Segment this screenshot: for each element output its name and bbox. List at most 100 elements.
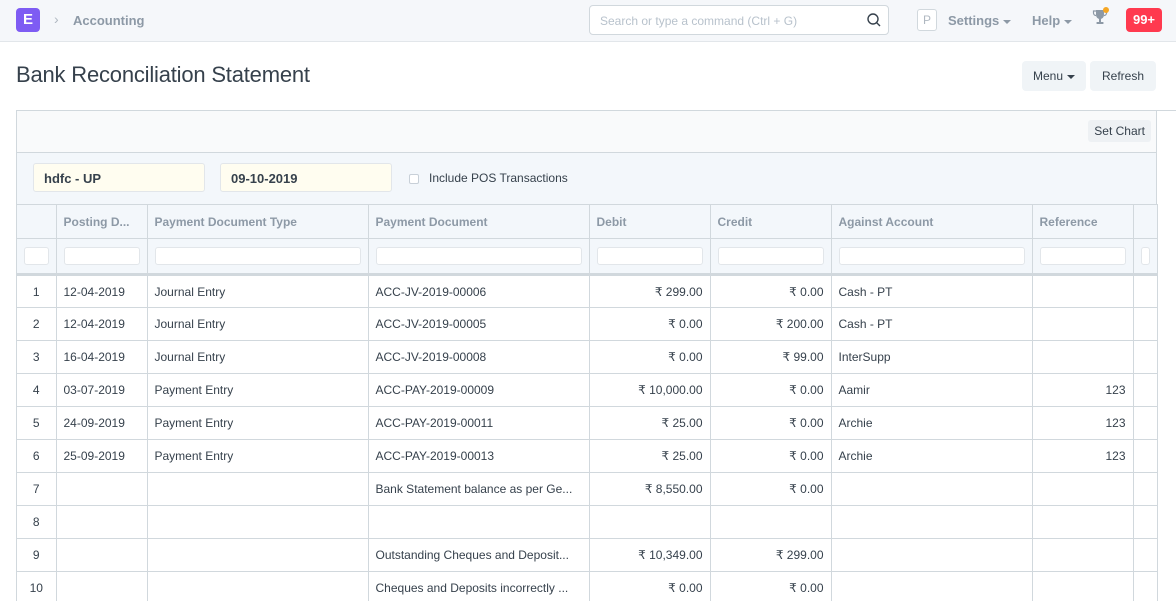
cell-against-account[interactable]: Cash - PT (830, 307, 1033, 341)
cell-debit[interactable]: ₹ 25.00 (588, 439, 711, 473)
cell-payment-document-type[interactable] (146, 505, 369, 539)
cell-reference[interactable] (1031, 538, 1134, 572)
cell-payment-document-type[interactable]: Journal Entry (146, 307, 369, 341)
column-filter-input-extra[interactable] (1140, 247, 1150, 265)
column-filter-input-payment-document-type[interactable] (154, 247, 361, 265)
cell-reference[interactable] (1031, 340, 1134, 374)
breadcrumb-accounting[interactable]: Accounting (73, 13, 145, 28)
cell-payment-document-type[interactable]: Payment Entry (146, 373, 369, 407)
cell-credit[interactable]: ₹ 0.00 (709, 439, 832, 473)
date-field[interactable]: 09-10-2019 (220, 163, 392, 192)
cell-payment-document[interactable] (367, 505, 590, 539)
cell-credit[interactable]: ₹ 0.00 (709, 373, 832, 407)
cell-reference[interactable] (1031, 472, 1134, 506)
cell-credit[interactable] (709, 505, 832, 539)
cell-debit[interactable]: ₹ 299.00 (588, 274, 711, 308)
cell-payment-document-type[interactable] (146, 571, 369, 601)
cell-row-index[interactable]: 9 (17, 538, 57, 572)
table-row[interactable]: 2 12-04-2019 Journal Entry ACC-JV-2019-0000… (17, 307, 1158, 341)
cell-reference[interactable]: 123 (1031, 406, 1134, 440)
cell-row-index[interactable]: 4 (17, 373, 57, 407)
cell-payment-document[interactable]: ACC-PAY-2019-00013 (367, 439, 590, 473)
table-row[interactable]: 7 Bank Statement balance as per Ge... ₹ 8,… (17, 472, 1158, 506)
column-filter-input-reference[interactable] (1039, 247, 1126, 265)
cell-payment-document[interactable]: Bank Statement balance as per Ge... (367, 472, 590, 506)
cell-debit[interactable]: ₹ 25.00 (588, 406, 711, 440)
column-filter-input-posting-date[interactable] (63, 247, 140, 265)
cell-debit[interactable]: ₹ 10,000.00 (588, 373, 711, 407)
cell-posting-date[interactable] (55, 571, 148, 601)
table-row[interactable]: 3 16-04-2019 Journal Entry ACC-JV-2019-0000… (17, 340, 1158, 374)
app-logo[interactable]: E (16, 8, 40, 32)
cell-against-account[interactable]: Archie (830, 406, 1033, 440)
cell-credit[interactable]: ₹ 0.00 (709, 472, 832, 506)
cell-payment-document-type[interactable] (146, 538, 369, 572)
cell-payment-document-type[interactable] (146, 472, 369, 506)
settings-dropdown[interactable]: Settings (948, 13, 1012, 28)
cell-posting-date[interactable] (55, 505, 148, 539)
column-header-against-account[interactable]: Against Account (830, 204, 1033, 239)
cell-payment-document[interactable]: ACC-PAY-2019-00011 (367, 406, 590, 440)
column-header-extra[interactable] (1132, 204, 1158, 239)
account-field[interactable]: hdfc - UP (33, 163, 205, 192)
cell-payment-document-type[interactable]: Payment Entry (146, 406, 369, 440)
cell-posting-date[interactable]: 12-04-2019 (55, 274, 148, 308)
cell-credit[interactable]: ₹ 0.00 (709, 571, 832, 601)
cell-payment-document-type[interactable]: Payment Entry (146, 439, 369, 473)
cell-debit[interactable]: ₹ 0.00 (588, 307, 711, 341)
cell-row-index[interactable]: 8 (17, 505, 57, 539)
table-row[interactable]: 1 12-04-2019 Journal Entry ACC-JV-2019-0000… (17, 274, 1158, 308)
cell-payment-document[interactable]: ACC-JV-2019-00005 (367, 307, 590, 341)
cell-extra[interactable] (1132, 505, 1158, 539)
notification-badge[interactable]: 99+ (1126, 8, 1162, 32)
cell-posting-date[interactable]: 12-04-2019 (55, 307, 148, 341)
cell-row-index[interactable]: 5 (17, 406, 57, 440)
table-row[interactable]: 5 24-09-2019 Payment Entry ACC-PAY-2019-000… (17, 406, 1158, 440)
cell-row-index[interactable]: 7 (17, 472, 57, 506)
cell-debit[interactable] (588, 505, 711, 539)
cell-payment-document[interactable]: ACC-JV-2019-00006 (367, 274, 590, 308)
column-header-reference[interactable]: Reference (1031, 204, 1134, 239)
cell-payment-document[interactable]: ACC-PAY-2019-00009 (367, 373, 590, 407)
column-filter-input-credit[interactable] (717, 247, 824, 265)
cell-extra[interactable] (1132, 571, 1158, 601)
cell-against-account[interactable] (830, 571, 1033, 601)
menu-button[interactable]: Menu (1022, 61, 1086, 91)
cell-against-account[interactable]: Cash - PT (830, 274, 1033, 308)
cell-against-account[interactable] (830, 472, 1033, 506)
cell-reference[interactable] (1031, 505, 1134, 539)
table-row[interactable]: 10 Cheques and Deposits incorrectly ... ₹ … (17, 571, 1158, 601)
cell-row-index[interactable]: 1 (17, 274, 57, 308)
column-header-credit[interactable]: Credit (709, 204, 832, 239)
cell-extra[interactable] (1132, 274, 1158, 308)
cell-posting-date[interactable]: 25-09-2019 (55, 439, 148, 473)
cell-debit[interactable]: ₹ 8,550.00 (588, 472, 711, 506)
cell-payment-document-type[interactable]: Journal Entry (146, 340, 369, 374)
table-row[interactable]: 4 03-07-2019 Payment Entry ACC-PAY-2019-000… (17, 373, 1158, 407)
cell-reference[interactable]: 123 (1031, 439, 1134, 473)
column-filter-input-against-account[interactable] (838, 247, 1025, 265)
include-pos-checkbox[interactable] (409, 174, 419, 184)
cell-row-index[interactable]: 2 (17, 307, 57, 341)
refresh-button[interactable]: Refresh (1090, 61, 1156, 91)
set-chart-button[interactable]: Set Chart (1088, 120, 1151, 142)
cell-extra[interactable] (1132, 538, 1158, 572)
avatar[interactable]: P (917, 9, 937, 31)
cell-payment-document[interactable]: Cheques and Deposits incorrectly ... (367, 571, 590, 601)
column-header-payment-document[interactable]: Payment Document (367, 204, 590, 239)
cell-reference[interactable] (1031, 571, 1134, 601)
cell-against-account[interactable]: Aamir (830, 373, 1033, 407)
cell-credit[interactable]: ₹ 200.00 (709, 307, 832, 341)
cell-posting-date[interactable]: 16-04-2019 (55, 340, 148, 374)
cell-reference[interactable]: 123 (1031, 373, 1134, 407)
cell-against-account[interactable]: InterSupp (830, 340, 1033, 374)
cell-extra[interactable] (1132, 307, 1158, 341)
cell-debit[interactable]: ₹ 0.00 (588, 340, 711, 374)
cell-credit[interactable]: ₹ 0.00 (709, 274, 832, 308)
cell-posting-date[interactable]: 03-07-2019 (55, 373, 148, 407)
column-header-posting-date[interactable]: Posting D... (55, 204, 148, 239)
cell-extra[interactable] (1132, 340, 1158, 374)
cell-extra[interactable] (1132, 472, 1158, 506)
table-row[interactable]: 9 Outstanding Cheques and Deposit... ₹ 10,… (17, 538, 1158, 572)
cell-posting-date[interactable] (55, 538, 148, 572)
